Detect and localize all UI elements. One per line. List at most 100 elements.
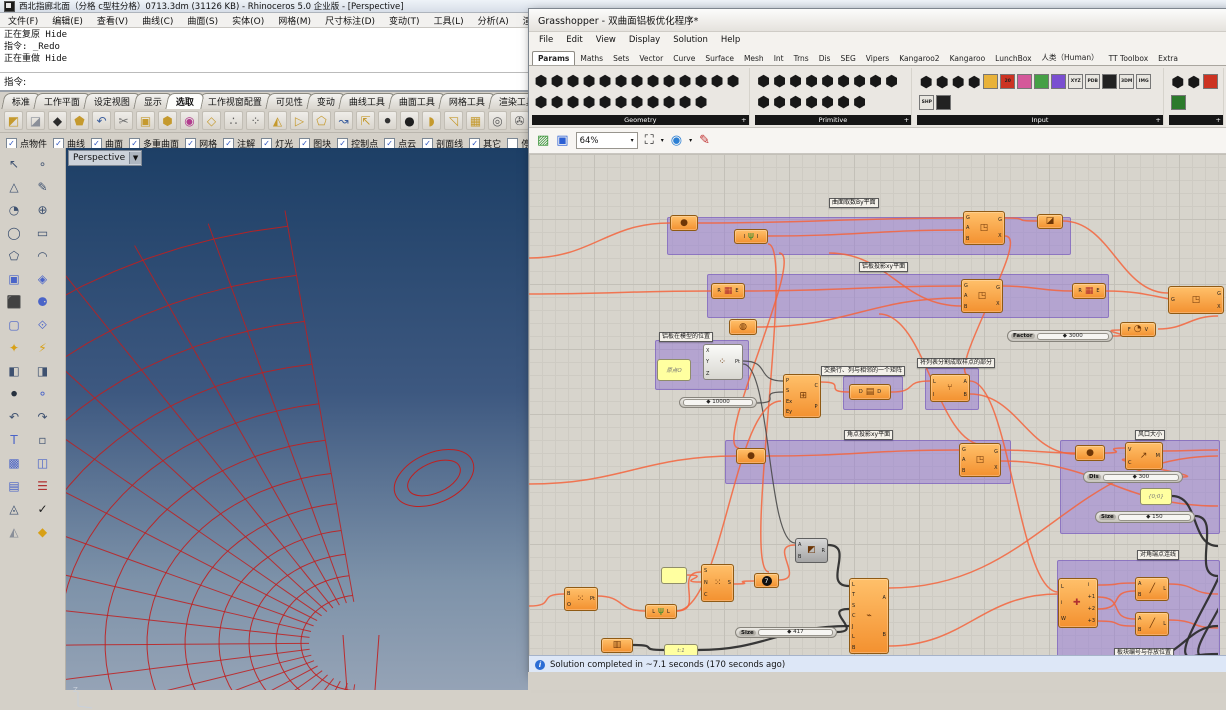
input-port[interactable]: A bbox=[963, 293, 969, 299]
component-hex-icon[interactable]: ⬢ bbox=[629, 71, 645, 92]
grasshopper-category-tab[interactable]: Trns bbox=[789, 52, 814, 65]
rhino-palette-tool-icon[interactable]: ◆ bbox=[34, 524, 52, 540]
grasshopper-menu-item[interactable]: View bbox=[596, 35, 616, 45]
output-port[interactable]: i bbox=[1087, 582, 1096, 588]
gh-component[interactable]: VC↗M bbox=[1125, 442, 1163, 470]
component-hex-icon[interactable]: ⬢ bbox=[1170, 72, 1186, 93]
gh-component[interactable]: ◪ bbox=[1037, 214, 1063, 229]
rhino-palette-tool-icon[interactable]: ⊕ bbox=[34, 202, 52, 218]
grasshopper-category-tab[interactable]: SEG bbox=[835, 52, 860, 65]
rhino-tool-icon[interactable]: ◆ bbox=[48, 111, 67, 130]
rhino-palette-tool-icon[interactable]: ⟐ bbox=[34, 317, 52, 333]
grasshopper-category-tab[interactable]: Mesh bbox=[739, 52, 769, 65]
output-port[interactable]: C bbox=[813, 383, 819, 389]
rhino-tool-icon[interactable]: ⚫ bbox=[378, 111, 397, 130]
grasshopper-category-tab[interactable]: Extra bbox=[1153, 52, 1183, 65]
gh-component[interactable]: AB╱L bbox=[1135, 612, 1169, 636]
component-hex-icon[interactable]: ⬢ bbox=[788, 71, 804, 92]
gh-component[interactable]: LI⑂AB bbox=[930, 374, 970, 402]
component-chip-icon[interactable]: XYZ bbox=[1068, 74, 1083, 89]
input-port[interactable]: J bbox=[851, 624, 857, 630]
output-port[interactable]: G bbox=[997, 217, 1003, 223]
component-hex-icon[interactable]: ⬢ bbox=[725, 71, 741, 92]
grasshopper-category-tab[interactable]: Int bbox=[769, 52, 789, 65]
grasshopper-category-tab[interactable]: Params bbox=[532, 51, 575, 66]
zoom-extents-arrow-icon[interactable]: ▾ bbox=[661, 137, 664, 144]
viewport-menu-arrow-icon[interactable]: ▼ bbox=[129, 152, 141, 164]
rhino-tool-icon[interactable]: ⬟ bbox=[70, 111, 89, 130]
component-hex-icon[interactable]: ⬢ bbox=[772, 92, 788, 113]
input-port[interactable]: V bbox=[1127, 447, 1133, 453]
rhino-palette-tool-icon[interactable]: ◔ bbox=[5, 202, 23, 218]
input-port[interactable]: A bbox=[797, 542, 802, 548]
slider-track[interactable]: ◆ 150 bbox=[1118, 514, 1191, 521]
output-port[interactable]: X bbox=[995, 301, 1001, 307]
component-hex-icon[interactable]: ⬢ bbox=[950, 72, 966, 93]
gh-component[interactable]: 7 bbox=[754, 573, 779, 588]
rhino-palette-tool-icon[interactable]: ↖ bbox=[5, 156, 23, 172]
gh-component[interactable]: LiW✚i+1+2+3 bbox=[1058, 578, 1098, 628]
gh-component[interactable]: GAB◳GX bbox=[961, 279, 1003, 313]
rhino-palette-tool-icon[interactable]: ⚈ bbox=[34, 294, 52, 310]
component-hex-icon[interactable]: ⬢ bbox=[693, 71, 709, 92]
grasshopper-category-tab[interactable]: Vector bbox=[634, 52, 668, 65]
rhino-tool-icon[interactable]: ⁘ bbox=[246, 111, 265, 130]
input-port[interactable]: G bbox=[961, 447, 967, 453]
component-hex-icon[interactable]: ⬢ bbox=[852, 92, 868, 113]
gh-component[interactable]: D▤D bbox=[849, 384, 891, 400]
input-port[interactable]: B bbox=[965, 236, 971, 242]
component-chip-icon[interactable] bbox=[936, 95, 951, 110]
rhino-tool-icon[interactable]: ◎ bbox=[488, 111, 507, 130]
rhino-palette-tool-icon[interactable]: ◯ bbox=[5, 225, 23, 241]
component-hex-icon[interactable]: ⬢ bbox=[918, 72, 934, 93]
component-hex-icon[interactable]: ⬢ bbox=[677, 71, 693, 92]
component-hex-icon[interactable]: ⬢ bbox=[756, 92, 772, 113]
input-port[interactable]: L bbox=[851, 582, 857, 588]
input-port[interactable]: L bbox=[1060, 584, 1067, 590]
component-hex-icon[interactable]: ⬢ bbox=[565, 92, 581, 113]
output-port[interactable]: X bbox=[1216, 304, 1222, 310]
component-hex-icon[interactable]: ⬢ bbox=[661, 92, 677, 113]
input-port[interactable]: Ex bbox=[785, 399, 793, 405]
component-hex-icon[interactable]: ⬢ bbox=[581, 92, 597, 113]
input-port[interactable]: A bbox=[961, 457, 967, 463]
input-port[interactable]: A bbox=[1137, 581, 1142, 587]
component-chip-icon[interactable] bbox=[1034, 74, 1049, 89]
output-port[interactable]: A bbox=[882, 595, 887, 601]
component-hex-icon[interactable]: ⬢ bbox=[629, 92, 645, 113]
component-hex-icon[interactable]: ⬢ bbox=[597, 71, 613, 92]
rhino-menu-item[interactable]: 编辑(E) bbox=[52, 14, 83, 27]
grasshopper-category-tab[interactable]: Dis bbox=[814, 52, 836, 65]
input-port[interactable]: W bbox=[1060, 616, 1067, 622]
rhino-menu-item[interactable]: 曲面(S) bbox=[187, 14, 218, 27]
component-hex-icon[interactable]: ⬢ bbox=[820, 92, 836, 113]
component-hex-icon[interactable]: ⬢ bbox=[645, 92, 661, 113]
component-chip-icon[interactable]: SHP bbox=[919, 95, 934, 110]
rhino-palette-tool-icon[interactable]: ▢ bbox=[5, 317, 23, 333]
rhino-palette-tool-icon[interactable]: ◧ bbox=[5, 363, 23, 379]
input-port[interactable]: L bbox=[851, 634, 857, 640]
output-port[interactable]: X bbox=[993, 465, 999, 471]
output-port[interactable]: G bbox=[995, 285, 1001, 291]
rhino-palette-tool-icon[interactable]: ▫ bbox=[34, 432, 52, 448]
rhino-menu-item[interactable]: 曲线(C) bbox=[142, 14, 173, 27]
component-hex-icon[interactable]: ⬢ bbox=[820, 71, 836, 92]
rhino-menu-item[interactable]: 变动(T) bbox=[389, 14, 420, 27]
rhino-palette-tool-icon[interactable]: ◨ bbox=[34, 363, 52, 379]
rhino-palette-tool-icon[interactable]: ✦ bbox=[5, 340, 23, 356]
rhino-palette-tool-icon[interactable]: ▭ bbox=[34, 225, 52, 241]
input-port[interactable]: L bbox=[932, 379, 937, 385]
component-hex-icon[interactable]: ⬢ bbox=[613, 71, 629, 92]
grasshopper-category-tab[interactable]: TT Toolbox bbox=[1104, 52, 1154, 65]
rhino-tool-icon[interactable]: ◇ bbox=[202, 111, 221, 130]
grasshopper-category-tab[interactable]: LunchBox bbox=[990, 52, 1036, 65]
slider-track[interactable]: ◆ 417 bbox=[758, 629, 833, 636]
gh-component[interactable]: R▦E bbox=[711, 283, 745, 299]
grasshopper-menu-item[interactable]: Help bbox=[721, 35, 740, 45]
input-port[interactable]: Y bbox=[705, 359, 710, 365]
input-port[interactable]: N bbox=[703, 580, 709, 586]
gh-component[interactable]: LTSCJLB⌁AB bbox=[849, 578, 889, 654]
rhino-palette-tool-icon[interactable]: △ bbox=[5, 179, 23, 195]
rhino-palette-tool-icon[interactable]: ⬠ bbox=[5, 248, 23, 264]
gh-panel[interactable]: {0;0} bbox=[1140, 488, 1172, 505]
